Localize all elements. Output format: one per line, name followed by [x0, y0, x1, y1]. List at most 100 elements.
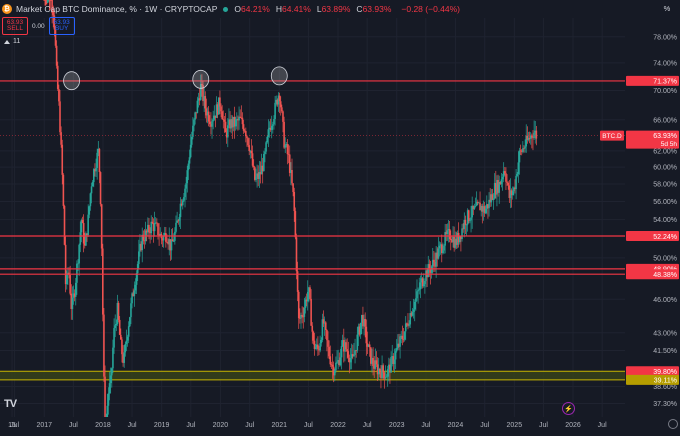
candle-body [71, 297, 74, 310]
candle-body [77, 263, 79, 265]
candle-body [96, 152, 98, 168]
buy-button[interactable]: 63.93 BUY [48, 17, 75, 35]
candle-body [286, 144, 289, 155]
candle-body [372, 357, 374, 367]
candle-body [255, 176, 257, 180]
candle-body [103, 314, 105, 377]
candle-body [278, 95, 281, 102]
candle-body [265, 142, 267, 152]
candle-body [196, 100, 199, 114]
candle-body [320, 339, 323, 344]
candle-body [219, 97, 221, 107]
candle-body [95, 167, 97, 172]
candle-body [511, 191, 514, 196]
x-tick-label: Jul [10, 422, 19, 429]
candle-body [292, 183, 294, 193]
candle-body [185, 183, 187, 189]
candle-body [87, 214, 89, 236]
candle-body [179, 203, 182, 218]
current-price-label: 63.93% [653, 133, 677, 140]
candle-body [251, 153, 254, 166]
candle-body [89, 193, 92, 207]
candle-body [115, 324, 118, 326]
sell-button[interactable]: 63.93 SELL [2, 17, 28, 35]
candle-body [346, 349, 348, 352]
candle-body [109, 375, 112, 384]
candle-body [61, 144, 64, 175]
candle-body [224, 121, 227, 133]
x-tick-label: 2019 [154, 422, 170, 429]
candle-body [55, 45, 58, 66]
chart-canvas[interactable]: 78.00% 74.00% 70.00% 66.00% 62.00% 60.00% 58.0… [0, 0, 680, 436]
candle-body [99, 172, 102, 205]
y-tick-label: 70.00% [653, 88, 677, 95]
candle-body [100, 204, 103, 249]
candle-body [368, 344, 371, 348]
candle-body [247, 138, 249, 146]
candle-body [192, 125, 194, 137]
ohlc-values: O64.21% H64.41% L63.89% C63.93% [234, 4, 397, 14]
y-tick-label: 58.00% [653, 182, 677, 189]
candle-body [404, 323, 407, 332]
candle-body [264, 151, 266, 154]
candle-body [56, 65, 59, 89]
candle-body [470, 217, 472, 221]
candle-body [98, 148, 101, 173]
candle-body [506, 181, 508, 183]
price-chart[interactable]: 78.00% 74.00% 70.00% 66.00% 62.00% 60.00% 58.0… [0, 0, 680, 436]
candle-body [359, 322, 362, 335]
candle-body [63, 205, 66, 245]
candle-body [193, 119, 195, 126]
candle-body [333, 370, 336, 376]
candle-body [123, 352, 125, 363]
candle-body [365, 326, 368, 344]
candle-body [239, 116, 241, 118]
candle-body [385, 376, 388, 378]
candle-body [504, 171, 506, 174]
candle-body [281, 107, 283, 112]
y-tick-label: 74.00% [653, 60, 677, 67]
x-tick-label: 2025 [507, 422, 523, 429]
candle-body [415, 298, 417, 302]
chevron-up-icon [4, 39, 10, 44]
candle-body [309, 287, 311, 299]
candle-body [310, 298, 312, 326]
candle-body [246, 136, 248, 139]
candle-body [356, 334, 359, 351]
y-tick-label: 56.00% [653, 199, 677, 206]
percent-scale-button[interactable]: % [658, 2, 676, 15]
indicators-toggle[interactable]: 11 [4, 38, 20, 45]
ohlc-c: C63.93% [356, 4, 392, 14]
candle-body [120, 334, 122, 340]
candle-body [464, 219, 467, 226]
ohlc-l: L63.89% [316, 4, 351, 14]
candle-body [178, 217, 181, 221]
lightning-icon[interactable]: ⚡ [562, 402, 575, 415]
candle-body [311, 325, 314, 332]
x-tick-label: 2024 [448, 422, 464, 429]
ohlc-h: H64.41% [275, 4, 311, 14]
candle-body [395, 348, 398, 352]
candle-body [88, 206, 91, 215]
candle-body [444, 232, 446, 246]
high-marker-circle [270, 66, 288, 86]
gear-icon[interactable] [668, 419, 678, 429]
candle-body [349, 358, 352, 363]
candle-body [301, 314, 303, 317]
candle-body [188, 157, 191, 164]
y-tick-label: 60.00% [653, 165, 677, 172]
candle-body [59, 101, 61, 133]
y-tick-label: 62.00% [653, 148, 677, 155]
symbol-title[interactable]: Market Cap BTC Dominance, % · 1W · CRYPT… [16, 4, 217, 14]
market-status-icon [223, 6, 229, 12]
candle-body [250, 150, 253, 154]
candle-body [390, 356, 392, 373]
candle-body [148, 224, 150, 233]
candle-body [326, 330, 328, 341]
candle-body [339, 357, 342, 365]
candle-body [274, 102, 276, 120]
x-tick-label: 2020 [213, 422, 229, 429]
candle-body [467, 210, 470, 221]
candle-body [306, 291, 309, 302]
x-tick-label: Jul [598, 422, 607, 429]
